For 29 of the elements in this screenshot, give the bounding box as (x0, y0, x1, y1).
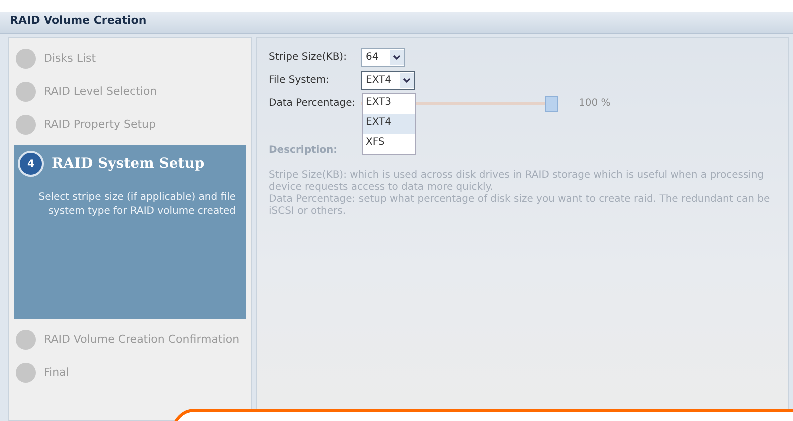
field-label: Stripe Size(KB): (269, 52, 348, 63)
field-label: Data Percentage: (269, 98, 357, 109)
slider-thumb[interactable] (545, 96, 558, 112)
caret-icon (393, 54, 401, 60)
menu-option[interactable]: EXT4 (363, 114, 415, 134)
step-label: RAID Property Setup (44, 118, 156, 131)
step-label: RAID Level Selection (44, 85, 158, 98)
step-circle-icon (16, 114, 36, 134)
description-text: Stripe Size(KB): which is used across disk drives in RAID storage which is useful when a processing device requests access to data more quickly. (269, 170, 766, 194)
step-label: RAID Volume Creation Confirmation (44, 333, 240, 346)
field-label: File System: (269, 75, 331, 86)
description-text: Data Percentage: setup what percentage of disk size you want to create raid. The redundant can be iSCSI or others. (269, 194, 772, 218)
description-heading: Description: (269, 145, 339, 156)
step-label: RAID System Setup (52, 156, 205, 172)
window-title: RAID Volume Creation (0, 12, 793, 34)
percentage-reading: 100 % (579, 98, 611, 109)
stripe-size-dropdown[interactable]: 64 (361, 48, 405, 67)
caret-icon (403, 78, 411, 84)
menu-option[interactable]: XFS (363, 134, 415, 154)
step-circle-icon (16, 82, 36, 102)
step-description: Select stripe size (if applicable) and file system type for RAID volume created (38, 191, 237, 219)
file-system-dropdown[interactable]: EXT4 (361, 71, 415, 90)
step-label: Disks List (44, 52, 96, 65)
step-circle-icon (16, 48, 36, 68)
step-circle-icon (16, 330, 36, 350)
step-circle-icon (16, 362, 36, 382)
menu-option[interactable]: EXT3 (363, 94, 415, 114)
step-number-icon: 4 (18, 151, 44, 177)
step-label: Final (44, 366, 70, 379)
